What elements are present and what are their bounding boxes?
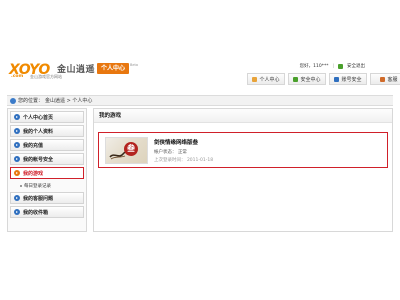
arrow-right-icon [14,195,20,201]
personal-center-badge: 个人中心 [97,63,129,74]
last-login-label: 上次登录时间： [154,158,186,163]
nav-label: 客服 [387,76,398,83]
headset-icon [380,76,386,82]
shield-icon [293,76,299,82]
sidebar-subitem-login-record[interactable]: 每日登录记录 [10,181,84,190]
sidebar-item-inbox[interactable]: 我的收件箱 [10,206,84,218]
sidebar-item-label: 我的帐号安全 [23,156,54,163]
sidebar-item-home[interactable]: 个人中心首页 [10,111,84,123]
arrow-right-icon [14,142,20,148]
breadcrumb-prefix: 您的位置： [18,98,44,104]
nav-account-security[interactable]: 账号安全 [329,73,367,85]
sidebar-item-recharge[interactable]: 我的充值 [10,139,84,151]
nav-label: 个人中心 [259,76,280,83]
user-greeting: 您好，110*** [299,64,329,69]
sidebar-item-my-games[interactable]: 我的游戏 [10,167,84,179]
nav-label: 账号安全 [341,76,362,83]
arrow-right-icon [14,114,20,120]
sidebar-item-support[interactable]: 我的客服问题 [10,192,84,204]
logout-icon [338,63,343,69]
main-panel: 我的游戏 叁 剑侠情缘网络版叁 帐户状态： 正常 上次登录时间： 2011-01… [93,108,393,232]
nav-customer-service[interactable]: 客服 [370,73,400,85]
sidebar-item-label: 我的收件箱 [23,209,49,216]
breadcrumb: 您的位置： 金山逍遥 > 个人中心 [7,95,393,106]
person-icon [252,76,258,82]
logout-link[interactable]: 安全退出 [347,63,365,69]
sidebar-item-account-security[interactable]: 我的帐号安全 [10,153,84,165]
top-header: XOYO .com 金山逍遥 金山游戏官方网站 个人中心 Beta 您好，110… [0,0,400,88]
logo-chinese-name: 金山逍遥 [57,65,96,75]
game-card[interactable]: 叁 剑侠情缘网络版叁 帐户状态： 正常 上次登录时间： 2011-01-18 [98,132,388,168]
sidebar-item-label: 我的客服问题 [23,195,54,202]
nav-label: 安全中心 [300,76,321,83]
sidebar-item-label: 我的充值 [23,142,44,149]
arrow-right-icon [14,128,20,134]
location-icon [10,97,16,104]
sidebar-item-label: 我的游戏 [23,170,44,177]
last-login-value: 2011-01-18 [186,158,214,163]
top-nav: 个人中心 安全中心 账号安全 客服 [247,73,400,85]
bullet-icon [20,184,22,187]
logo-domain: .com [11,74,24,79]
account-status-line: 帐户状态： 正常 [154,149,213,155]
lock-icon [334,76,340,82]
game-name[interactable]: 剑侠情缘网络版叁 [154,138,213,146]
status-value: 正常 [177,150,187,155]
game-seal-icon: 叁 [124,142,138,156]
game-thumbnail[interactable]: 叁 [105,137,148,164]
beta-label: Beta [130,63,139,67]
xoyo-logo[interactable]: XOYO .com 金山逍遥 金山游戏官方网站 个人中心 Beta [9,62,138,80]
breadcrumb-path[interactable]: 金山逍遥 > 个人中心 [45,97,92,104]
arrow-right-icon [14,209,20,215]
panel-title: 我的游戏 [94,109,392,123]
user-status: 您好，110*** | 安全退出 [300,63,365,69]
arrow-right-icon [14,156,20,162]
nav-security-center[interactable]: 安全中心 [288,73,326,85]
sidebar-subitem-label: 每日登录记录 [24,183,51,189]
sidebar-item-label: 个人中心首页 [23,114,54,121]
arrow-down-icon [14,170,20,176]
sidebar: 个人中心首页 我的个人资料 我的充值 我的帐号安全 我的游戏 每日登录记录 我的… [7,108,87,232]
separator: | [332,63,334,69]
logo-tagline: 金山游戏官方网站 [30,74,62,79]
status-label: 帐户状态： [154,150,177,155]
sidebar-item-profile[interactable]: 我的个人资料 [10,125,84,137]
sidebar-item-label: 我的个人资料 [23,128,54,135]
last-login-line: 上次登录时间： 2011-01-18 [154,157,213,163]
game-info: 剑侠情缘网络版叁 帐户状态： 正常 上次登录时间： 2011-01-18 [154,138,213,165]
nav-personal-center[interactable]: 个人中心 [247,73,285,85]
